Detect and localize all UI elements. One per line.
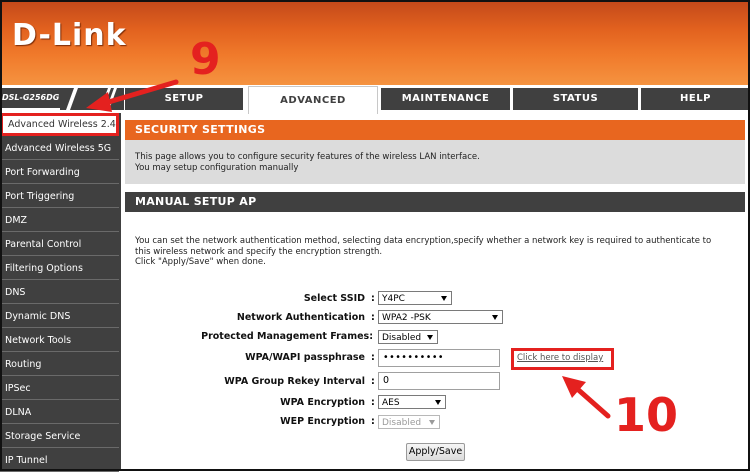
wep-encryption-colon: : — [371, 416, 375, 427]
sidebar-item-storage-service[interactable]: Storage Service — [0, 425, 119, 448]
sidebar-item-routing[interactable]: Routing — [0, 353, 119, 376]
sidebar-item-filtering-options[interactable]: Filtering Options — [0, 257, 119, 280]
tab-maintenance[interactable]: MAINTENANCE — [381, 88, 510, 110]
chevron-down-icon — [441, 296, 447, 301]
rekey-colon: : — [371, 376, 375, 387]
nav-divider-icon — [60, 88, 124, 110]
pmf-label: Protected Management Frames: — [201, 331, 373, 342]
tab-status[interactable]: STATUS — [513, 88, 638, 110]
wpa-encryption-label: WPA Encryption — [280, 397, 365, 408]
tab-help[interactable]: HELP — [641, 88, 750, 110]
step-10-annotation: 10 — [614, 388, 679, 442]
header-banner: D-Link — [0, 0, 750, 85]
show-passphrase-link[interactable]: Click here to display — [517, 353, 603, 363]
wpa-encryption-select[interactable]: AES — [378, 395, 446, 409]
security-settings-heading: SECURITY SETTINGS — [125, 120, 745, 140]
sidebar-item-ipsec[interactable]: IPSec — [0, 377, 119, 400]
ssid-label: Select SSID — [303, 293, 365, 304]
manual-desc-line1: You can set the network authentication m… — [135, 236, 712, 246]
sidebar-item-ip-tunnel[interactable]: IP Tunnel — [0, 449, 119, 472]
manual-setup-heading: MANUAL SETUP AP — [125, 192, 745, 212]
passphrase-input[interactable]: •••••••••• — [378, 349, 500, 367]
sidebar-item-advanced-wireless-5g[interactable]: Advanced Wireless 5G — [0, 137, 119, 160]
auth-colon: : — [371, 312, 375, 323]
sidebar-item-port-triggering[interactable]: Port Triggering — [0, 185, 119, 208]
pmf-value: Disabled — [382, 333, 422, 343]
tab-setup[interactable]: SETUP — [125, 88, 243, 110]
manual-desc-line3: Click "Apply/Save" when done. — [135, 257, 266, 267]
ssid-value: Y4PC — [382, 294, 405, 304]
sidebar-item-dmz[interactable]: DMZ — [0, 209, 119, 232]
auth-label: Network Authentication — [236, 312, 365, 323]
sidebar-item-dynamic-dns[interactable]: Dynamic DNS — [0, 305, 119, 328]
ssid-colon: : — [371, 293, 375, 304]
wpa-encryption-colon: : — [371, 397, 375, 408]
pmf-select[interactable]: Disabled — [378, 330, 438, 344]
sidebar-item-dns[interactable]: DNS — [0, 281, 119, 304]
apply-save-button[interactable]: Apply/Save — [406, 443, 465, 461]
sidebar-item-port-forwarding[interactable]: Port Forwarding — [0, 161, 119, 184]
security-desc-line2: You may setup configuration manually — [135, 163, 299, 173]
rekey-input[interactable]: 0 — [378, 372, 500, 390]
rekey-label: WPA Group Rekey Interval — [224, 376, 365, 387]
wep-encryption-value: Disabled — [382, 418, 422, 428]
security-description-box: This page allows you to configure securi… — [125, 140, 745, 184]
step-9-annotation: 9 — [190, 34, 221, 85]
passphrase-colon: : — [371, 352, 375, 363]
auth-value: WPA2 -PSK — [382, 313, 431, 323]
sidebar-item-advanced-wireless-24g[interactable]: Advanced Wireless 2.4G — [0, 113, 119, 136]
wpa-encryption-value: AES — [382, 398, 400, 408]
sidebar-item-parental-control[interactable]: Parental Control — [0, 233, 119, 256]
sidebar: Advanced Wireless 2.4G Advanced Wireless… — [0, 113, 121, 472]
chevron-down-icon — [492, 315, 498, 320]
security-desc-line1: This page allows you to configure securi… — [135, 152, 480, 162]
chevron-down-icon — [429, 420, 435, 425]
wep-encryption-select: Disabled — [378, 415, 440, 429]
tab-advanced[interactable]: ADVANCED — [248, 86, 378, 114]
manual-desc-line2: this wireless network and specify the en… — [135, 246, 383, 257]
passphrase-label: WPA/WAPI passphrase — [245, 352, 365, 363]
dlink-logo: D-Link — [12, 18, 127, 53]
sidebar-item-network-tools[interactable]: Network Tools — [0, 329, 119, 352]
sidebar-item-dlna[interactable]: DLNA — [0, 401, 119, 424]
model-label: DSL-G256DG — [0, 88, 62, 108]
ssid-select[interactable]: Y4PC — [378, 291, 452, 305]
wep-encryption-label: WEP Encryption — [280, 416, 365, 427]
auth-select[interactable]: WPA2 -PSK — [378, 310, 503, 324]
chevron-down-icon — [435, 400, 441, 405]
chevron-down-icon — [427, 335, 433, 340]
